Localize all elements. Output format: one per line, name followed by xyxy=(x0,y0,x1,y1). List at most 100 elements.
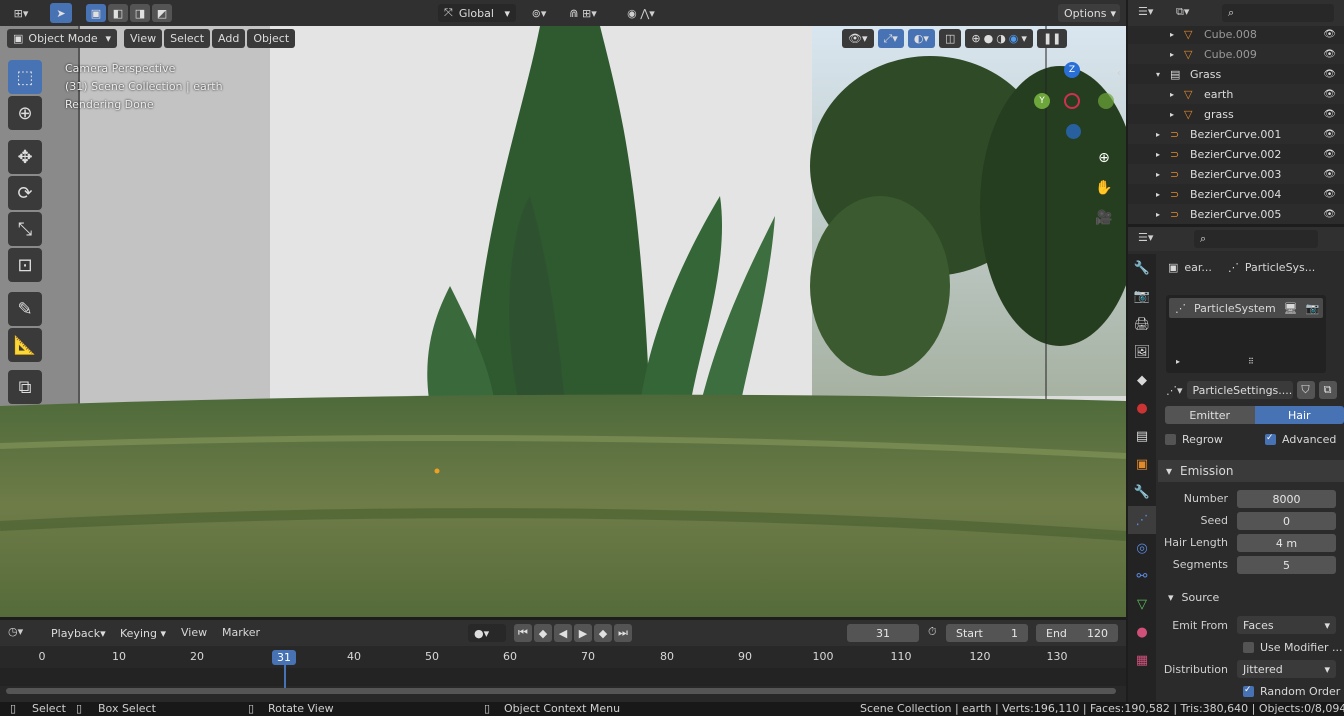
select-new-icon[interactable]: ▣ xyxy=(86,4,106,22)
editor-type-icon[interactable]: ⊞▾ xyxy=(6,4,36,22)
number-field[interactable]: 4 m xyxy=(1237,534,1336,552)
zoom-icon[interactable]: ⊕ xyxy=(1094,148,1114,168)
measure-icon[interactable]: 📐 xyxy=(8,328,42,362)
pan-hand-icon[interactable]: ✋ xyxy=(1094,178,1114,198)
menu-select[interactable]: Select xyxy=(164,29,211,48)
number-field[interactable]: 5 xyxy=(1237,556,1336,574)
jump-end-icon[interactable]: ⏭ xyxy=(614,624,632,642)
expand-icon[interactable]: ▸ xyxy=(1156,130,1170,139)
select-tool-icon[interactable]: ➤ xyxy=(50,3,72,23)
resize-handle-icon[interactable]: ⠿ xyxy=(1248,357,1254,366)
fake-user-icon[interactable]: ⛉ xyxy=(1296,381,1315,399)
visibility-eye-icon[interactable]: 👁 xyxy=(1323,29,1336,40)
visibility-eye-icon[interactable]: 👁 xyxy=(1323,69,1336,80)
snap-icon[interactable]: ⋒ ⊞▾ xyxy=(558,4,608,22)
particle-settings-name[interactable]: ParticleSettings.... xyxy=(1186,381,1293,399)
material-tab-icon[interactable]: ● xyxy=(1128,618,1156,646)
current-frame-field[interactable]: 31 xyxy=(847,624,919,642)
xray-icon[interactable]: ◫ xyxy=(938,29,962,48)
menu-object[interactable]: Object xyxy=(247,29,296,48)
expand-icon[interactable]: ▸ xyxy=(1170,110,1184,119)
move-icon[interactable]: ✥ xyxy=(8,140,42,174)
object-tab-icon[interactable]: ▣ xyxy=(1128,450,1156,478)
select-subtract-icon[interactable]: ◨ xyxy=(130,4,150,22)
expand-icon[interactable]: ▸ xyxy=(1176,357,1180,366)
sidebar-toggle-icon[interactable]: ‹ xyxy=(1114,66,1124,80)
hair-tab[interactable]: Hair xyxy=(1254,406,1344,424)
playback-menu[interactable]: Playback ▾ xyxy=(45,624,111,642)
emit-from-dropdown[interactable]: Faces ▾ xyxy=(1237,616,1336,634)
scale-icon[interactable]: ⤡ xyxy=(8,212,42,246)
display-mode-icon[interactable]: ⧉▾ xyxy=(1176,5,1189,19)
outliner-row[interactable]: ▸ ⊃ BezierCurve.001 👁 xyxy=(1128,124,1344,144)
properties-search-input[interactable]: ⌕ xyxy=(1194,230,1318,248)
start-frame-field[interactable]: Start 1 xyxy=(946,624,1028,642)
options-dropdown[interactable]: Options ▾ xyxy=(1058,4,1120,22)
visibility-eye-icon[interactable]: 👁 xyxy=(1323,49,1336,60)
visibility-eye-icon[interactable]: 👁 xyxy=(1323,169,1336,180)
pivot-icon[interactable]: ⊚▾ xyxy=(524,4,554,22)
visibility-icon[interactable]: 👁▾ xyxy=(842,29,874,48)
transform-orientation-dropdown[interactable]: ⤧ Global ▾ xyxy=(438,4,516,22)
material-icon[interactable]: ◑ xyxy=(996,32,1006,45)
visibility-eye-icon[interactable]: 👁 xyxy=(1323,129,1336,140)
stopwatch-icon[interactable]: ⏱ xyxy=(928,625,937,639)
select-extend-icon[interactable]: ◧ xyxy=(108,4,128,22)
rotate-icon[interactable]: ⟳ xyxy=(8,176,42,210)
checkbox[interactable] xyxy=(1243,642,1254,653)
prev-keyframe-icon[interactable]: ◆ xyxy=(534,624,552,642)
constraints-tab-icon[interactable]: ⚯ xyxy=(1128,562,1156,590)
wireframe-icon[interactable]: ⊕ xyxy=(971,32,980,45)
expand-icon[interactable]: ▸ xyxy=(1156,210,1170,219)
outliner-row[interactable]: ▸ ⊃ BezierCurve.002 👁 xyxy=(1128,144,1344,164)
scene-tab-icon[interactable]: ◆ xyxy=(1128,366,1156,394)
camera-view-icon[interactable]: 🎥 xyxy=(1094,208,1114,228)
timeline-scrollbar[interactable] xyxy=(6,688,1116,694)
duplicate-icon[interactable]: ⧉ xyxy=(1318,381,1337,399)
outliner-row[interactable]: ▾ ▤ Grass 👁 xyxy=(1128,64,1344,84)
checkbox[interactable] xyxy=(1243,685,1254,697)
transform-icon[interactable]: ⊡ xyxy=(8,248,42,282)
expand-icon[interactable]: ▸ xyxy=(1170,90,1184,99)
number-field[interactable]: 0 xyxy=(1237,512,1336,530)
visibility-eye-icon[interactable]: 👁 xyxy=(1323,149,1336,160)
particle-system-list[interactable]: ⋰ ParticleSystem 🖥 📷 ▸ ⠿ xyxy=(1166,295,1326,373)
select-box-icon[interactable]: ⬚ xyxy=(8,60,42,94)
visibility-eye-icon[interactable]: 👁 xyxy=(1323,189,1336,200)
playhead-line[interactable] xyxy=(284,664,286,688)
outliner-row[interactable]: ▸ ▽ grass 👁 xyxy=(1128,104,1344,124)
outliner-row[interactable]: ▸ ▽ Cube.008 👁 xyxy=(1128,24,1344,44)
visibility-eye-icon[interactable]: 👁 xyxy=(1323,89,1336,100)
particle-settings-icon[interactable]: ⋰▾ xyxy=(1166,384,1183,397)
number-field[interactable]: 8000 xyxy=(1237,490,1336,508)
collection-tab-icon[interactable]: ▤ xyxy=(1128,422,1156,450)
auto-keying-icon[interactable]: ●▾ xyxy=(468,624,506,642)
checkbox[interactable] xyxy=(1265,433,1276,445)
data-tab-icon[interactable]: ▽ xyxy=(1128,590,1156,618)
gizmo-z-axis[interactable]: Z xyxy=(1064,62,1080,78)
jump-start-icon[interactable]: ⏮ xyxy=(514,624,532,642)
checkbox[interactable] xyxy=(1165,434,1176,445)
use-modifier-checkbox[interactable]: Use Modifier ... xyxy=(1243,641,1343,654)
solid-icon[interactable]: ● xyxy=(984,32,994,45)
gizmo-x-axis[interactable] xyxy=(1064,93,1080,109)
outliner-row[interactable]: ▸ ⊃ BezierCurve.003 👁 xyxy=(1128,164,1344,184)
next-keyframe-icon[interactable]: ◆ xyxy=(594,624,612,642)
pause-render-icon[interactable]: ❚❚ xyxy=(1036,29,1068,48)
3d-viewport[interactable]: ▣ Object Mode ▾ View Select Add Object 👁… xyxy=(0,26,1126,617)
outliner-search-input[interactable]: ⌕ xyxy=(1222,4,1334,22)
menu-add[interactable]: Add xyxy=(212,29,246,48)
outliner-row[interactable]: ▸ ▽ Cube.009 👁 xyxy=(1128,44,1344,64)
shading-mode-group[interactable]: ⊕ ● ◑ ◉ ▾ xyxy=(965,29,1033,48)
list-item[interactable]: ⋰ ParticleSystem 🖥 📷 xyxy=(1169,298,1323,318)
expand-icon[interactable]: ▸ xyxy=(1156,150,1170,159)
cursor-icon[interactable]: ⊕ xyxy=(8,96,42,130)
play-reverse-icon[interactable]: ◀ xyxy=(554,624,572,642)
expand-icon[interactable]: ▸ xyxy=(1170,50,1184,59)
view-layer-tab-icon[interactable]: 🖼 xyxy=(1128,338,1156,366)
render-tab-icon[interactable]: 📷 xyxy=(1128,282,1156,310)
outliner-row[interactable]: ▸ ▽ earth 👁 xyxy=(1128,84,1344,104)
gizmo-icon[interactable]: ⤢▾ xyxy=(877,29,904,48)
annotate-icon[interactable]: ✎ xyxy=(8,292,42,326)
advanced-checkbox[interactable]: Advanced xyxy=(1265,433,1336,446)
